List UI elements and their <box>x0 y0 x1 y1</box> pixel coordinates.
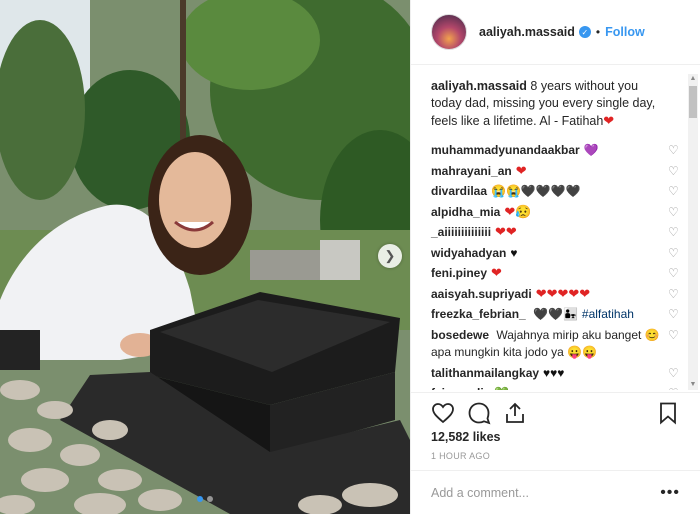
comment-body: aaisyah.supriyadi ❤❤❤❤❤ <box>431 286 608 302</box>
comment-row: divardilaa 😭😭🖤🖤🖤🖤 ♡ <box>431 181 680 202</box>
speech-bubble-icon[interactable] <box>467 401 491 425</box>
comment-username[interactable]: feni.piney <box>431 266 487 280</box>
comment-input[interactable] <box>431 485 661 500</box>
photo-illustration <box>0 0 410 514</box>
more-options-icon[interactable]: ••• <box>660 484 680 502</box>
post-caption: aaliyah.massaid 8 years without you toda… <box>431 78 680 130</box>
comment-like-icon[interactable]: ♡ <box>668 226 680 238</box>
comment-text: 🖤🖤👨‍👧 <box>533 307 578 322</box>
post-timestamp[interactable]: 1 HOUR AGO <box>431 451 490 461</box>
hashtag-link[interactable]: #alfatihah <box>582 307 634 321</box>
comment-username[interactable]: freezka_febrian_ <box>431 307 526 321</box>
comment-emoji: ❤❤❤❤❤ <box>535 285 591 301</box>
comment-body: talithanmailangkay ♥♥♥ <box>431 366 582 380</box>
comment-row: bosedewe Wajahnya mirip aku banget 😊 apa… <box>431 325 680 363</box>
comment-body: fajar_yulia 💚 <box>431 386 527 390</box>
scroll-down-icon[interactable]: ▼ <box>688 380 698 390</box>
carousel-dot-active <box>197 496 203 502</box>
comment-like-icon[interactable]: ♡ <box>668 185 680 197</box>
comment-like-icon[interactable]: ♡ <box>668 267 680 279</box>
verified-badge-icon: ✓ <box>578 26 591 38</box>
comment-row: widyahadyan ♥ ♡ <box>431 243 680 264</box>
comment-username[interactable]: talithanmailangkay <box>431 366 539 380</box>
comment-body: freezka_febrian_ 🖤🖤👨‍👧 #alfatihah <box>431 307 652 321</box>
share-icon[interactable] <box>503 401 527 425</box>
comment-username[interactable]: aaisyah.supriyadi <box>431 287 532 301</box>
comment-username[interactable]: widyahadyan <box>431 246 506 260</box>
comment-username[interactable]: mahrayani_an <box>431 164 512 178</box>
comment-like-icon[interactable]: ♡ <box>668 144 680 156</box>
comment-body: widyahadyan ♥ <box>431 246 535 260</box>
comment-like-icon[interactable]: ♡ <box>668 165 680 177</box>
comment-username[interactable]: fajar_yulia <box>431 386 490 390</box>
comment-username[interactable]: alpidha_mia <box>431 205 500 219</box>
comment-row: aaisyah.supriyadi ❤❤❤❤❤ ♡ <box>431 284 680 305</box>
comments-scrollbar[interactable]: ▲ ▼ <box>688 74 698 390</box>
comment-row: mahrayani_an ❤ ♡ <box>431 161 680 182</box>
comment-like-icon[interactable]: ♡ <box>668 247 680 259</box>
comment-like-icon[interactable]: ♡ <box>668 308 680 320</box>
post-sidebar: aaliyah.massaid ✓ • Follow aaliyah.massa… <box>410 0 700 514</box>
likes-count[interactable]: 12,582 likes <box>431 430 501 444</box>
comment-username[interactable]: muhammadyunandaakbar <box>431 143 580 157</box>
comment-username[interactable]: _aiiiiiiiiiiiiii <box>431 225 491 239</box>
avatar[interactable] <box>431 14 467 50</box>
comment-body: bosedewe Wajahnya mirip aku banget 😊 apa… <box>431 327 680 361</box>
header-separator: • <box>595 25 601 39</box>
comment-emoji: ❤❤ <box>495 224 517 240</box>
scroll-up-icon[interactable]: ▲ <box>688 74 698 84</box>
comment-row: feni.piney ❤ ♡ <box>431 263 680 284</box>
carousel-dot <box>207 496 213 502</box>
action-bar <box>411 392 700 432</box>
caption-username[interactable]: aaliyah.massaid <box>431 79 527 93</box>
comment-emoji: 💜 <box>583 143 599 158</box>
scrollbar-thumb[interactable] <box>689 86 697 118</box>
header-username[interactable]: aaliyah.massaid <box>479 25 575 39</box>
comment-row: muhammadyunandaakbar 💜 ♡ <box>431 140 680 161</box>
carousel-dots <box>0 496 410 502</box>
comment-emoji: 💚 <box>494 386 509 390</box>
comment-emoji: 😭😭🖤🖤🖤🖤 <box>491 184 581 199</box>
comment-body: feni.piney ❤ <box>431 265 520 281</box>
post-header: aaliyah.massaid ✓ • Follow <box>411 0 700 65</box>
comment-emoji: ♥ <box>510 245 518 260</box>
comment-like-icon[interactable]: ♡ <box>668 288 680 300</box>
comment-like-icon[interactable]: ♡ <box>668 387 680 390</box>
comment-row: talithanmailangkay ♥♥♥ ♡ <box>431 363 680 384</box>
add-comment-bar: ••• <box>411 470 700 514</box>
comments-list: aaliyah.massaid 8 years without you toda… <box>411 72 700 390</box>
comment-like-icon[interactable]: ♡ <box>668 329 680 341</box>
comment-emoji: ❤😥 <box>504 203 532 219</box>
comment-row: _aiiiiiiiiiiiiii ❤❤ ♡ <box>431 222 680 243</box>
heart-outline-icon[interactable] <box>431 401 455 425</box>
comment-emoji: ❤ <box>515 162 527 178</box>
comment-username[interactable]: bosedewe <box>431 328 489 342</box>
comment-username[interactable]: divardilaa <box>431 184 487 198</box>
comment-emoji: ❤ <box>491 265 502 281</box>
comment-emoji: ♥♥♥ <box>543 365 565 380</box>
post-photo[interactable]: ❯ <box>0 0 410 514</box>
comment-row: freezka_febrian_ 🖤🖤👨‍👧 #alfatihah ♡ <box>431 304 680 325</box>
bookmark-icon[interactable] <box>656 401 680 425</box>
comment-row: fajar_yulia 💚 ♡ <box>431 383 680 390</box>
heart-emoji-icon: ❤ <box>603 113 615 128</box>
comment-like-icon[interactable]: ♡ <box>668 206 680 218</box>
comment-body: divardilaa 😭😭🖤🖤🖤🖤 <box>431 184 599 198</box>
comment-row: alpidha_mia ❤😥 ♡ <box>431 202 680 223</box>
comment-body: muhammadyunandaakbar 💜 <box>431 143 617 157</box>
next-image-button[interactable]: ❯ <box>378 244 402 268</box>
comment-like-icon[interactable]: ♡ <box>668 367 680 379</box>
comment-body: _aiiiiiiiiiiiiii ❤❤ <box>431 224 535 240</box>
comment-body: alpidha_mia ❤😥 <box>431 204 549 220</box>
follow-button[interactable]: Follow <box>605 25 645 39</box>
comment-body: mahrayani_an ❤ <box>431 163 545 179</box>
